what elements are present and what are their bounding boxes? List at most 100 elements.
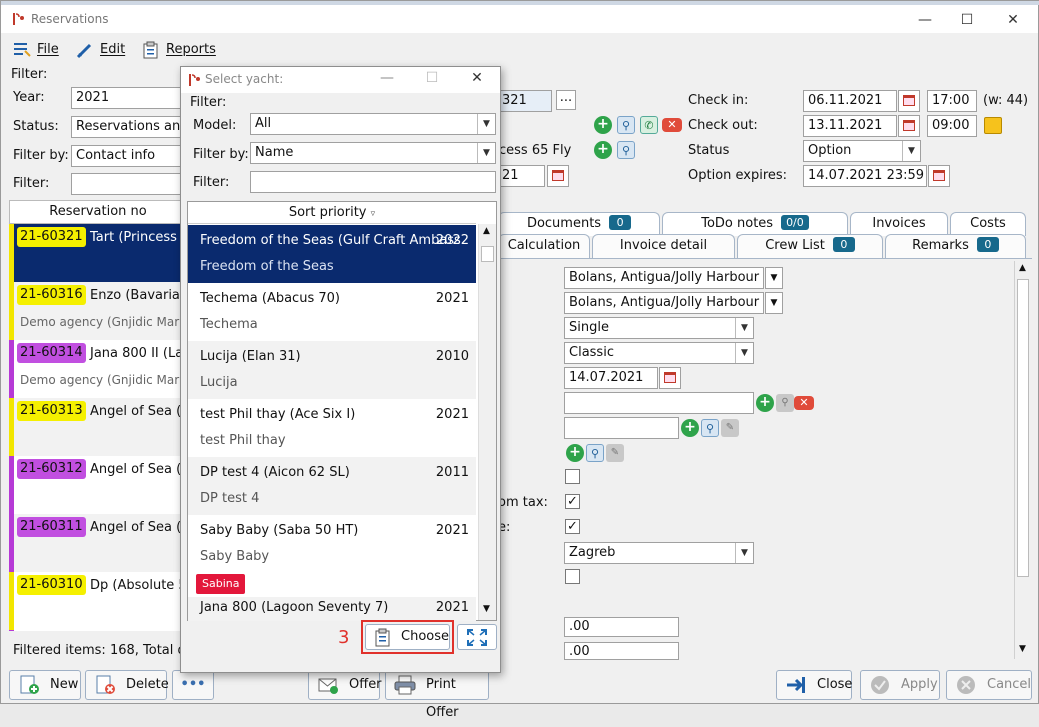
add-contact-icon[interactable]: + [756, 394, 774, 412]
check-out-time-field[interactable]: 09:00 [927, 115, 977, 137]
close-button[interactable]: Close [776, 670, 852, 700]
base-from-chevron-icon[interactable]: ▼ [765, 267, 783, 289]
yacht-list-item[interactable]: Techema (Abacus 70) 2021 Techema [188, 283, 476, 341]
apply-button[interactable]: Apply [860, 670, 940, 700]
calendar-icon[interactable] [547, 165, 569, 187]
remove-client-icon[interactable]: ✕ [662, 118, 682, 132]
form-scrollbar[interactable]: ▲ ▼ [1014, 261, 1031, 659]
tab-calculation[interactable]: Calculation [498, 234, 590, 258]
choose-button[interactable]: Choose [365, 624, 450, 650]
check-in-time-field[interactable]: 17:00 [927, 90, 977, 112]
tab-invoices[interactable]: Invoices [850, 212, 948, 236]
minimize-icon[interactable]: — [914, 11, 936, 29]
remove-contact-icon[interactable]: ✕ [794, 396, 814, 410]
filter-by-select[interactable]: Contact info [71, 145, 183, 167]
add-agent-icon[interactable]: + [681, 419, 699, 437]
tab-remarks[interactable]: Remarks 0 [885, 234, 1026, 258]
tab-crew-list[interactable]: Crew List 0 [737, 234, 883, 258]
table-row[interactable]: 21-60321 Tart (Princess 65 [9, 224, 187, 282]
scroll-down-icon[interactable]: ▼ [483, 604, 490, 614]
scroll-up-icon[interactable]: ▲ [1019, 263, 1026, 273]
table-row[interactable]: 21-60313 Angel of Sea (Prin [9, 398, 187, 456]
dialog-filter-input[interactable] [250, 171, 496, 193]
menu-reports[interactable]: Reports [142, 39, 216, 61]
note-icon[interactable] [984, 117, 1002, 134]
yacht-list-item[interactable]: Saby Baby (Saba 50 HT) 2021 Saby Baby Sabin… [188, 515, 476, 597]
search-yacht-icon[interactable]: ⚲ [617, 141, 635, 159]
tab-documents[interactable]: Documents 0 [498, 212, 660, 236]
more-button[interactable]: ••• [172, 670, 214, 700]
type-select[interactable]: Single ▼ [564, 317, 754, 339]
form-calendar-icon[interactable] [659, 367, 681, 389]
table-row[interactable]: 21-60316 Enzo (Bavaria 42 Demo agency (Gnj… [9, 282, 187, 340]
yacht-list-item[interactable]: Jana 800 (Lagoon Seventy 7) 2021 [188, 597, 476, 621]
search-client-icon[interactable]: ⚲ [617, 116, 635, 134]
option-expires-calendar-icon[interactable] [928, 165, 950, 187]
table-row[interactable]: 21-60312 Angel of Sea (Prin [9, 456, 187, 514]
item-options-icon[interactable]: ✎ [606, 444, 624, 462]
checkbox-3[interactable] [565, 569, 580, 584]
delete-button[interactable]: Delete [85, 670, 169, 700]
reservation-status-select[interactable]: Option ▼ [803, 140, 921, 162]
base-to-select[interactable]: Bolans, Antigua/Jolly Harbour M... [564, 292, 764, 314]
add-item-icon[interactable]: + [566, 444, 584, 462]
kind-select[interactable]: Classic ▼ [564, 342, 754, 364]
print-offer-button[interactable]: Print Offer [385, 670, 489, 720]
table-row[interactable]: 21-60314 Jana 800 II (Lagoo Demo agency (G… [9, 340, 187, 398]
status-select[interactable]: Reservations and o [71, 116, 183, 138]
scroll-thumb[interactable] [1017, 279, 1029, 577]
menu-file[interactable]: File [13, 39, 59, 61]
scroll-thumb[interactable] [481, 246, 494, 262]
menu-edit[interactable]: Edit [76, 39, 125, 61]
add-client-icon[interactable]: + [594, 116, 612, 134]
base-to-chevron-icon[interactable]: ▼ [765, 292, 783, 314]
dialog-close-icon[interactable]: ✕ [466, 69, 488, 87]
add-yacht-icon[interactable]: + [594, 141, 612, 159]
yacht-list-item[interactable]: Lucija (Elan 31) 2010 Lucija [188, 341, 476, 399]
yacht-list-item[interactable]: DP test 4 (Aicon 62 SL) 2011 DP test 4 [188, 457, 476, 515]
date-field[interactable]: 21 [497, 165, 545, 187]
new-button[interactable]: New [9, 670, 81, 700]
expand-button[interactable] [457, 624, 497, 650]
phone-icon[interactable]: ✆ [640, 116, 658, 134]
tab-invoice-detail[interactable]: Invoice detail [592, 234, 735, 258]
yacht-list-item[interactable]: test Phil thay (Ace Six I) 2021 test Phil … [188, 399, 476, 457]
model-select[interactable]: All ▼ [250, 113, 496, 135]
offer-button[interactable]: Offer [308, 670, 382, 700]
amount-field-2[interactable]: .00 [564, 642, 679, 660]
contact-field[interactable] [564, 392, 754, 414]
option-expires-field[interactable]: 14.07.2021 23:59 [803, 165, 927, 187]
tab-costs[interactable]: Costs [950, 212, 1026, 236]
checkbox-1[interactable] [565, 469, 580, 484]
dialog-filter-by-select[interactable]: Name ▼ [250, 142, 496, 164]
agent-field[interactable] [564, 417, 679, 439]
amount-field-1[interactable]: .00 [564, 617, 679, 637]
form-date-field[interactable]: 14.07.2021 [564, 367, 658, 389]
check-out-calendar-icon[interactable] [898, 115, 920, 137]
dialog-minimize-icon[interactable]: — [376, 69, 398, 87]
filter-text-input[interactable] [71, 173, 183, 195]
base-from-select[interactable]: Bolans, Antigua/Jolly Harbour M... [564, 267, 764, 289]
cancel-button[interactable]: Cancel [946, 670, 1032, 700]
agent-options-icon[interactable]: ✎ [721, 419, 739, 437]
scroll-up-icon[interactable]: ▲ [483, 226, 490, 236]
search-contact-icon[interactable]: ⚲ [776, 394, 794, 412]
city-select[interactable]: Zagreb ▼ [564, 542, 754, 564]
browse-button[interactable]: ... [556, 90, 576, 110]
check-in-calendar-icon[interactable] [898, 90, 920, 112]
search-agent-icon[interactable]: ⚲ [701, 419, 719, 437]
reservation-list-header[interactable]: Reservation no [9, 200, 187, 224]
year-field[interactable]: 2021 [71, 87, 183, 109]
maximize-icon[interactable]: ☐ [956, 11, 978, 29]
table-row[interactable]: 21-60311 Angel of Sea (Prin [9, 514, 187, 572]
search-item-icon[interactable]: ⚲ [586, 444, 604, 462]
close-window-icon[interactable]: ✕ [1002, 11, 1024, 29]
yacht-list-item[interactable]: Freedom of the Seas (Gulf Craft Ambass 20… [188, 225, 476, 283]
tab-todo-notes[interactable]: ToDo notes 0/0 [662, 212, 848, 236]
table-row[interactable]: 21-60310 Dp (Absolute 58) [9, 572, 187, 630]
sort-priority-header[interactable]: Sort priority ▿ [188, 202, 476, 224]
scroll-down-icon[interactable]: ▼ [1019, 644, 1026, 654]
checkbox-tax[interactable]: ✓ [565, 494, 580, 509]
checkbox-2[interactable]: ✓ [565, 519, 580, 534]
check-in-date-field[interactable]: 06.11.2021 [803, 90, 897, 112]
